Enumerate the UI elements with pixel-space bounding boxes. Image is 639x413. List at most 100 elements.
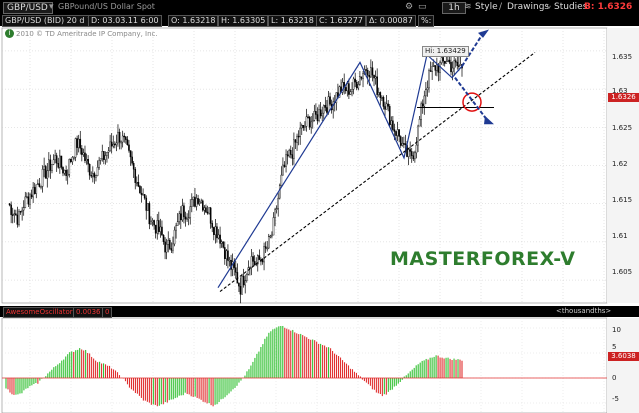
osc-tick: 10: [612, 326, 621, 334]
candle-body: [227, 250, 229, 261]
candle-body: [71, 157, 74, 163]
candle-body: [40, 186, 42, 188]
candle-body: [99, 158, 102, 161]
candle-body: [132, 163, 135, 170]
candle-body: [164, 241, 166, 253]
candle-body: [442, 57, 444, 62]
candle-body: [241, 275, 243, 295]
candle-body: [70, 159, 72, 163]
candle-body: [178, 213, 181, 223]
candle-body: [420, 103, 422, 120]
candle-body: [443, 60, 446, 64]
candle-body: [11, 214, 14, 216]
candle-body: [297, 135, 300, 138]
gear-icon[interactable]: ⚙: [405, 2, 413, 12]
candle-body: [95, 175, 97, 178]
candle-body: [313, 111, 316, 121]
candle-body: [366, 70, 369, 76]
candle-body: [285, 154, 287, 167]
candle-body: [74, 138, 77, 158]
candle-body: [393, 129, 396, 132]
candle-body: [35, 184, 38, 194]
candle-body: [93, 173, 96, 178]
candle-body: [280, 174, 283, 186]
osc-tick: 0: [612, 374, 617, 382]
candle-body: [137, 182, 140, 187]
candle-body: [170, 248, 173, 251]
candle-body: [327, 96, 330, 113]
candle-body: [436, 64, 438, 71]
candle-body: [88, 164, 91, 176]
copyright-text: 2010 © TD Ameritrade IP Company, Inc.: [16, 30, 158, 38]
candle-body: [181, 205, 184, 221]
candle-body: [385, 103, 388, 110]
candle-body: [396, 129, 399, 136]
candle-body: [365, 69, 367, 71]
last-price-readout: B: 1.6326: [584, 2, 633, 12]
candle-body: [173, 229, 176, 245]
oscillator-name[interactable]: AwesomeOscillator: [3, 307, 76, 318]
candle-body: [81, 148, 83, 155]
candle-body: [60, 155, 63, 168]
candle-body: [299, 127, 301, 137]
candle-body: [387, 103, 389, 107]
candle-body: [183, 205, 185, 218]
candle-body: [308, 116, 311, 128]
candle-body: [223, 247, 226, 259]
symbol-field[interactable]: GBP/USD: [3, 2, 53, 14]
candle-body: [57, 163, 60, 168]
candle-body: [379, 92, 382, 98]
studies-button[interactable]: Studies: [554, 2, 587, 12]
candle-body: [186, 218, 188, 220]
price-tick: 1.625: [612, 124, 633, 132]
candle-body: [180, 213, 182, 221]
candle-body: [148, 203, 151, 225]
candle-body: [392, 120, 394, 130]
chevron-down-icon[interactable]: ▾: [49, 2, 54, 12]
candle-body: [354, 78, 356, 83]
candle-body: [250, 256, 253, 268]
candle-body: [211, 223, 214, 228]
candle-body: [128, 144, 130, 151]
candle-body: [129, 150, 132, 158]
candle-body: [59, 155, 61, 168]
candle-body: [423, 95, 426, 107]
candle-body: [136, 182, 138, 184]
candle-body: [52, 159, 55, 165]
candle-body: [360, 76, 363, 79]
candle-body: [272, 217, 275, 236]
screen-icon[interactable]: ▭: [418, 2, 427, 12]
candle-body: [139, 186, 141, 194]
drawings-button[interactable]: Drawings: [507, 2, 549, 12]
candle-body: [8, 203, 11, 206]
candle-body: [326, 107, 328, 113]
candle-body: [349, 91, 352, 95]
candle-body: [123, 135, 126, 138]
candle-body: [84, 152, 86, 161]
candle-body: [203, 207, 206, 211]
candle-body: [48, 159, 50, 171]
interval-selector[interactable]: 1h: [442, 2, 466, 14]
candle-body: [316, 114, 319, 121]
osc-tick: 5: [612, 343, 617, 351]
oscillator-units: <thousandths>: [556, 307, 612, 315]
candle-body: [125, 136, 127, 140]
candle-body: [324, 105, 327, 108]
style-button[interactable]: Style: [475, 2, 498, 12]
candle-body: [412, 155, 415, 160]
candle-body: [150, 221, 152, 225]
candle-body: [198, 201, 201, 204]
candle-body: [65, 169, 67, 177]
candle-body: [445, 61, 448, 64]
candle-body: [425, 89, 427, 97]
candle-body: [172, 243, 174, 251]
candle-body: [450, 61, 452, 73]
price-chart[interactable]: [0, 26, 639, 413]
candle-body: [114, 143, 116, 146]
candle-body: [318, 109, 320, 121]
candle-body: [282, 164, 284, 176]
candle-body: [194, 196, 196, 207]
trading-chart-window: GBP/USD ▾ GBPound/US Dollar Spot ⚙ ▭ 1h …: [0, 0, 639, 413]
candle-body: [359, 76, 361, 85]
studies-icon: ∿: [544, 2, 552, 12]
